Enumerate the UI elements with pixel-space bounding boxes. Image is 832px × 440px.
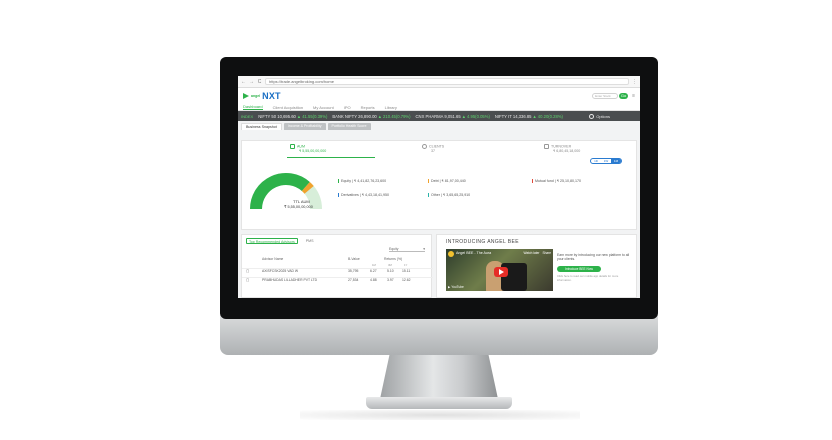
reload-icon[interactable]: C xyxy=(257,79,262,85)
stand-shadow xyxy=(300,410,580,420)
chevron-down-icon: ▾ xyxy=(423,247,425,251)
gear-icon xyxy=(589,113,595,119)
active-subtab-indicator xyxy=(287,157,375,158)
ticker-options[interactable]: Options xyxy=(589,113,610,119)
aum-gauge: TTL AUM ₹ 5,55,00,00,000 xyxy=(250,173,322,210)
tab-pms[interactable]: PMS xyxy=(304,238,316,244)
introduce-bee-button[interactable]: Introduce BEE Now xyxy=(557,266,601,272)
metric-other: Other | ₹ 3,65,65,25,910 xyxy=(428,193,470,197)
table-row[interactable]: ▢ AXISFCSK2025 VAD W 35,795 6.27 5.10 15… xyxy=(242,268,433,275)
user-icon xyxy=(422,144,427,149)
segment-select[interactable]: Equity ▾ xyxy=(389,247,425,252)
logo[interactable]: angel NXT xyxy=(243,91,281,101)
monitor-chin xyxy=(220,315,658,355)
wallet-icon xyxy=(290,144,295,149)
metric-debt: Debt | ₹ 81,97,00,440 xyxy=(428,179,466,183)
snapshot-subtabs: AUM ₹ 5,55,00,00,000 CLIENTS 37 TURNOVER… xyxy=(242,144,638,158)
promo-video[interactable]: Angel BEE - The Aura Watch later Share ▶… xyxy=(446,249,553,291)
period-1w[interactable]: 1W xyxy=(601,159,611,163)
back-icon[interactable]: ← xyxy=(241,79,246,85)
row-checkbox: ▢ xyxy=(246,278,250,282)
tab-top-advisors[interactable]: Top Recommended Advisors xyxy=(246,238,298,244)
product-photo: ← → C https://trade.angelbroking.com/hom… xyxy=(0,0,832,440)
table-row[interactable]: ▢ PRABHUDAS LILLADHER PVT LTD 27,534 4.8… xyxy=(242,277,433,284)
nav-dashboard[interactable]: Dashboard xyxy=(243,104,263,110)
table-subheader: 1M 3M 1Y xyxy=(372,263,408,267)
subtab-turnover[interactable]: TURNOVER ₹ 6,80,45,18,000 xyxy=(544,144,580,153)
col-returns: Returns (%) xyxy=(384,257,403,261)
recommendations-tabs: Top Recommended Advisors PMS xyxy=(242,235,431,244)
metric-derivatives: Derivatives | ₹ 4,43,18,41,950 xyxy=(338,193,389,197)
gauge-label: TTL AUM xyxy=(293,199,310,204)
browser-toolbar: ← → C https://trade.angelbroking.com/hom… xyxy=(238,76,640,88)
hamburger-icon[interactable]: ≡ xyxy=(632,93,635,99)
metric-equity: Equity | ₹ 4,41,82,76,23,600 xyxy=(338,179,386,183)
market-ticker: INDEX NIFTY 50 10,695.60▲ 41.55(0.39%) B… xyxy=(238,111,640,121)
nav-my-account[interactable]: My Account xyxy=(313,105,334,110)
recommendations-card: Top Recommended Advisors PMS Equity ▾ Adv… xyxy=(241,234,433,298)
app-header: angel NXT Enter Stock Go ≡ xyxy=(238,88,640,104)
ticker-item[interactable]: NIFTY IT 14,336.85▲ 40.20(0.28%) xyxy=(495,114,563,119)
ticker-item[interactable]: CNX PHARMA 9,051.65▲ 4.95(0.05%) xyxy=(416,114,490,119)
row-checkbox: ▢ xyxy=(246,269,250,273)
turnover-icon xyxy=(544,144,549,149)
forward-icon[interactable]: → xyxy=(249,79,254,85)
subtab-aum[interactable]: AUM ₹ 5,55,00,00,000 xyxy=(290,144,326,153)
nav-library[interactable]: Library xyxy=(385,105,397,110)
tab-portfolio-health[interactable]: Portfolio Health Score xyxy=(327,123,371,130)
col-advisor-name: Advisor Name xyxy=(262,257,284,261)
period-toggle: 1D 1W 1M xyxy=(590,158,622,164)
watch-later-button[interactable]: Watch later xyxy=(523,251,539,255)
ticker-category: INDEX xyxy=(241,113,254,119)
gauge-tip xyxy=(301,181,314,194)
monitor-stand xyxy=(380,355,498,399)
share-button[interactable]: Share xyxy=(542,251,551,255)
logo-text: NXT xyxy=(262,91,281,101)
logo-small-text: angel xyxy=(251,94,261,98)
video-actions: Watch later Share xyxy=(523,251,551,255)
main-nav: Dashboard Client Acquisition My Account … xyxy=(238,104,640,111)
search-go-button[interactable]: Go xyxy=(619,93,629,99)
promo-title: INTRODUCING ANGEL BEE xyxy=(446,239,519,245)
metric-mutual-fund: Mutual fund | ₹ 25,10,80,170 xyxy=(532,179,581,183)
logo-arrow-icon xyxy=(243,93,249,99)
subtab-clients[interactable]: CLIENTS 37 xyxy=(422,144,444,153)
ticker-item[interactable]: BANK NIFTY 26,890.00▲ 210.45(0.79%) xyxy=(332,114,410,119)
period-1m[interactable]: 1M xyxy=(611,159,621,163)
period-1d[interactable]: 1D xyxy=(591,159,601,163)
ticker-item[interactable]: NIFTY 50 10,695.60▲ 41.55(0.39%) xyxy=(258,114,327,119)
promo-text: Earn more by introducing our new platfor… xyxy=(557,253,630,262)
nav-reports[interactable]: Reports xyxy=(361,105,375,110)
business-snapshot-panel: AUM ₹ 5,55,00,00,000 CLIENTS 37 TURNOVER… xyxy=(241,140,637,230)
address-bar[interactable]: https://trade.angelbroking.com/home xyxy=(265,78,629,85)
nav-client-acquisition[interactable]: Client Acquisition xyxy=(273,105,303,110)
dashboard-tabs: Business Snapshot Income & Profitability… xyxy=(238,121,640,130)
gauge-value: ₹ 5,55,00,00,000 xyxy=(284,205,313,209)
monitor-screen: ← → C https://trade.angelbroking.com/hom… xyxy=(238,76,640,298)
tab-income-profitability[interactable]: Income & Profitability xyxy=(283,123,326,130)
video-title: Angel BEE - The Aura xyxy=(456,251,492,255)
search-input[interactable]: Enter Stock xyxy=(592,93,619,99)
youtube-logo: ▶ YouTube xyxy=(448,285,464,289)
monitor-base xyxy=(366,397,512,409)
nav-ipo[interactable]: IPO xyxy=(344,105,351,110)
play-icon[interactable] xyxy=(494,267,508,277)
channel-avatar xyxy=(448,251,454,257)
promo-card: INTRODUCING ANGEL BEE Angel BEE - The Au… xyxy=(436,234,637,298)
tab-business-snapshot[interactable]: Business Snapshot xyxy=(241,123,282,130)
col-b-value: B-Value xyxy=(348,257,360,261)
promo-note: Click here to read our mobile app detail… xyxy=(557,274,619,282)
browser-menu-icon[interactable]: ⋮ xyxy=(632,79,637,85)
